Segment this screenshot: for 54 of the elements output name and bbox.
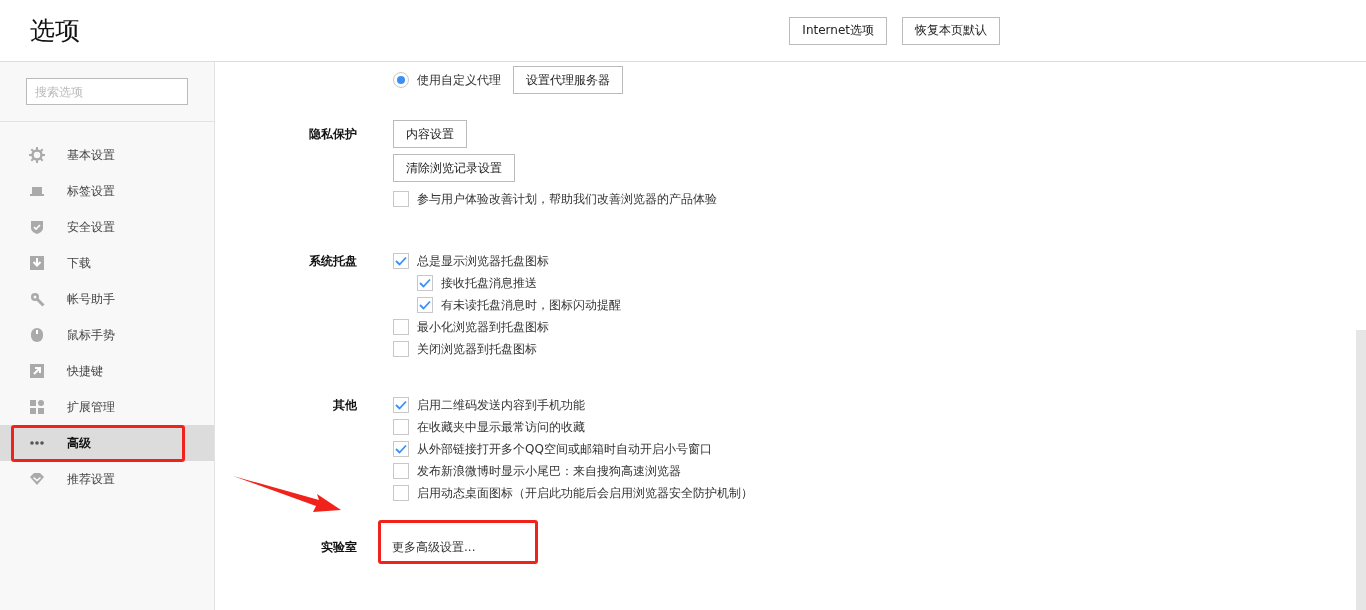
- checkbox[interactable]: [393, 319, 409, 335]
- radio-button[interactable]: [393, 72, 409, 88]
- radio-label: 使用自定义代理: [417, 71, 501, 89]
- checkbox-label: 关闭浏览器到托盘图标: [417, 340, 537, 358]
- section-label: 实验室: [321, 540, 357, 554]
- header-button[interactable]: Internet选项: [789, 16, 887, 45]
- header-button[interactable]: 恢复本页默认: [902, 16, 1000, 45]
- download-icon: [29, 255, 45, 271]
- gear-icon: [29, 147, 45, 163]
- sidebar-item[interactable]: 高级: [0, 425, 214, 461]
- checkbox[interactable]: [393, 485, 409, 501]
- gem-icon: [29, 471, 45, 487]
- proxy-settings-button[interactable]: 设置代理服务器: [513, 66, 623, 94]
- checkbox[interactable]: [417, 275, 433, 291]
- sidebar-item[interactable]: 标签设置: [0, 173, 214, 209]
- checkbox-label: 在收藏夹中显示最常访问的收藏: [417, 418, 585, 436]
- sidebar-item[interactable]: 推荐设置: [0, 461, 214, 497]
- checkbox[interactable]: [393, 419, 409, 435]
- window-title: 选项: [30, 15, 80, 47]
- sidebar-item[interactable]: 帐号助手: [0, 281, 214, 317]
- sidebar-item[interactable]: 基本设置: [0, 137, 214, 173]
- settings-button[interactable]: 内容设置: [393, 120, 467, 148]
- section-label: 系统托盘: [309, 254, 357, 268]
- checkbox[interactable]: [393, 191, 409, 207]
- checkbox-label: 启用动态桌面图标（开启此功能后会启用浏览器安全防护机制）: [417, 484, 753, 502]
- settings-button[interactable]: 清除浏览记录设置: [393, 154, 515, 182]
- section-label: 隐私保护: [309, 127, 357, 141]
- shield-icon: [29, 219, 45, 235]
- sidebar-item[interactable]: 安全设置: [0, 209, 214, 245]
- checkbox-label: 接收托盘消息推送: [441, 274, 537, 292]
- checkbox-label: 从外部链接打开多个QQ空间或邮箱时自动开启小号窗口: [417, 440, 712, 458]
- checkbox[interactable]: [393, 253, 409, 269]
- checkbox-label: 参与用户体验改善计划，帮助我们改善浏览器的产品体验: [417, 190, 717, 208]
- checkbox-label: 最小化浏览器到托盘图标: [417, 318, 549, 336]
- checkbox[interactable]: [393, 441, 409, 457]
- checkbox-label: 有未读托盘消息时，图标闪动提醒: [441, 296, 621, 314]
- mouse-icon: [29, 327, 45, 343]
- section-label: 其他: [333, 398, 357, 412]
- sidebar-item[interactable]: 扩展管理: [0, 389, 214, 425]
- checkbox-label: 总是显示浏览器托盘图标: [417, 252, 549, 270]
- checkbox[interactable]: [417, 297, 433, 313]
- more-settings-link[interactable]: 更多高级设置...: [392, 540, 476, 554]
- checkbox[interactable]: [393, 341, 409, 357]
- search-field[interactable]: 搜索选项: [26, 78, 188, 105]
- arrow-square-icon: [29, 363, 45, 379]
- checkbox[interactable]: [393, 397, 409, 413]
- grid-icon: [29, 399, 45, 415]
- sidebar-item[interactable]: 下载: [0, 245, 214, 281]
- key-icon: [29, 291, 45, 307]
- sidebar-item[interactable]: 快捷键: [0, 353, 214, 389]
- checkbox-label: 发布新浪微博时显示小尾巴：来自搜狗高速浏览器: [417, 462, 681, 480]
- checkbox[interactable]: [393, 463, 409, 479]
- checkbox-label: 启用二维码发送内容到手机功能: [417, 396, 585, 414]
- sidebar-item[interactable]: 鼠标手势: [0, 317, 214, 353]
